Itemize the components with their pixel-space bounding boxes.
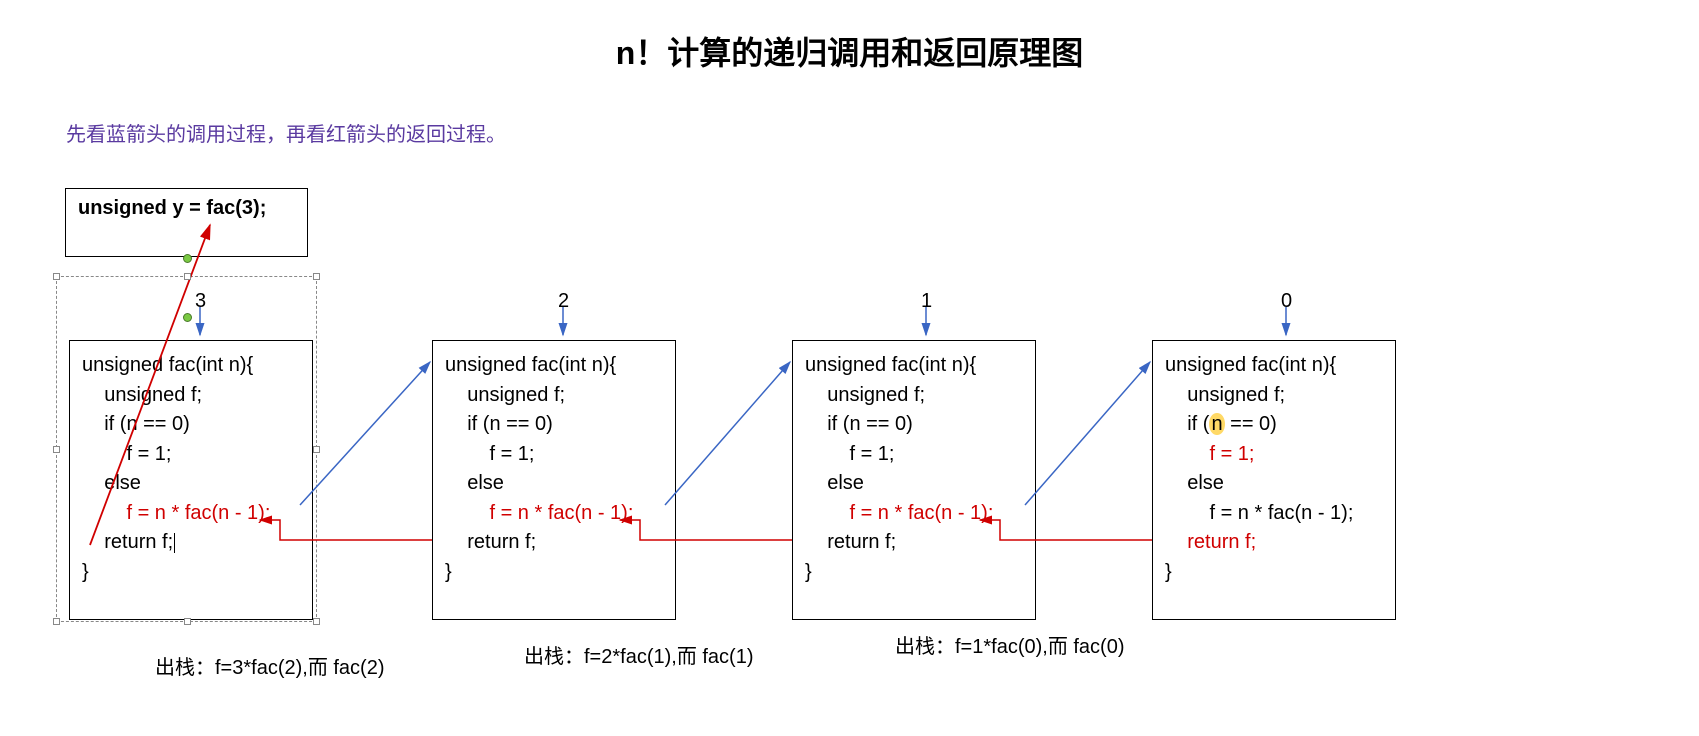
code-line: return f; bbox=[1165, 528, 1383, 558]
code-line: unsigned fac(int n){ bbox=[1165, 351, 1383, 381]
diagram-title: n！计算的递归调用和返回原理图 bbox=[0, 28, 1699, 74]
diagram-subtitle: 先看蓝箭头的调用过程，再看红箭头的返回过程。 bbox=[66, 118, 506, 147]
code-line: else bbox=[1165, 469, 1383, 499]
resize-handle-icon[interactable] bbox=[53, 273, 60, 280]
code-line: else bbox=[445, 469, 663, 499]
call-arrow-icon bbox=[665, 362, 790, 505]
resize-handle-icon[interactable] bbox=[313, 273, 320, 280]
code-line: f = n * fac(n - 1); bbox=[1165, 499, 1383, 529]
code-line: if (n == 0) bbox=[1165, 410, 1383, 440]
code-line: else bbox=[82, 469, 300, 499]
code-line: unsigned fac(int n){ bbox=[82, 351, 300, 381]
code-line: f = 1; bbox=[805, 440, 1023, 470]
code-box-fac-1: unsigned fac(int n){ unsigned f; if (n =… bbox=[792, 340, 1036, 620]
code-line: if (n == 0) bbox=[82, 410, 300, 440]
caller-box: unsigned y = fac(3); bbox=[65, 188, 308, 257]
code-line: f = 1; bbox=[445, 440, 663, 470]
code-box-fac-2: unsigned fac(int n){ unsigned f; if (n =… bbox=[432, 340, 676, 620]
code-line: f = n * fac(n - 1); bbox=[805, 499, 1023, 529]
resize-handle-icon[interactable] bbox=[313, 446, 320, 453]
n-value-2: 2 bbox=[558, 290, 569, 313]
n-value-1: 1 bbox=[921, 290, 932, 313]
resize-handle-icon[interactable] bbox=[313, 618, 320, 625]
code-line: f = n * fac(n - 1); bbox=[445, 499, 663, 529]
code-line: unsigned f; bbox=[82, 381, 300, 411]
code-line: unsigned f; bbox=[805, 381, 1023, 411]
code-line: f = 1; bbox=[1165, 440, 1383, 470]
code-line: } bbox=[1165, 558, 1383, 588]
rotation-handle-icon[interactable] bbox=[183, 313, 192, 322]
code-line: else bbox=[805, 469, 1023, 499]
highlighted-n: n bbox=[1209, 413, 1224, 435]
n-value-3: 3 bbox=[195, 290, 206, 313]
code-box-fac-3: unsigned fac(int n){ unsigned f; if (n =… bbox=[69, 340, 313, 620]
rotation-handle-icon[interactable] bbox=[183, 254, 192, 263]
resize-handle-icon[interactable] bbox=[53, 446, 60, 453]
code-line: } bbox=[445, 558, 663, 588]
text-cursor-icon bbox=[174, 533, 175, 553]
code-line: } bbox=[82, 558, 300, 588]
code-line: f = 1; bbox=[82, 440, 300, 470]
code-box-fac-0: unsigned fac(int n){ unsigned f; if (n =… bbox=[1152, 340, 1396, 620]
code-line: return f; bbox=[805, 528, 1023, 558]
resize-handle-icon[interactable] bbox=[53, 618, 60, 625]
call-arrow-icon bbox=[1025, 362, 1150, 505]
stack-pop-text-3: 出栈：f=1*fac(0),而 fac(0) bbox=[895, 630, 1125, 659]
code-line: return f; bbox=[445, 528, 663, 558]
code-line: f = n * fac(n - 1); bbox=[82, 499, 300, 529]
code-line: unsigned f; bbox=[445, 381, 663, 411]
code-line: return f; bbox=[82, 528, 300, 558]
stack-pop-text-1: 出栈：f=3*fac(2),而 fac(2) bbox=[155, 651, 385, 680]
caller-code: unsigned y = fac(3); bbox=[66, 189, 307, 228]
stack-pop-text-2: 出栈：f=2*fac(1),而 fac(1) bbox=[524, 640, 754, 669]
n-value-0: 0 bbox=[1281, 290, 1292, 313]
code-line: unsigned fac(int n){ bbox=[445, 351, 663, 381]
code-line: unsigned fac(int n){ bbox=[805, 351, 1023, 381]
resize-handle-icon[interactable] bbox=[184, 273, 191, 280]
call-arrow-icon bbox=[300, 362, 430, 505]
code-line: if (n == 0) bbox=[445, 410, 663, 440]
code-line: if (n == 0) bbox=[805, 410, 1023, 440]
code-line: } bbox=[805, 558, 1023, 588]
code-line: unsigned f; bbox=[1165, 381, 1383, 411]
